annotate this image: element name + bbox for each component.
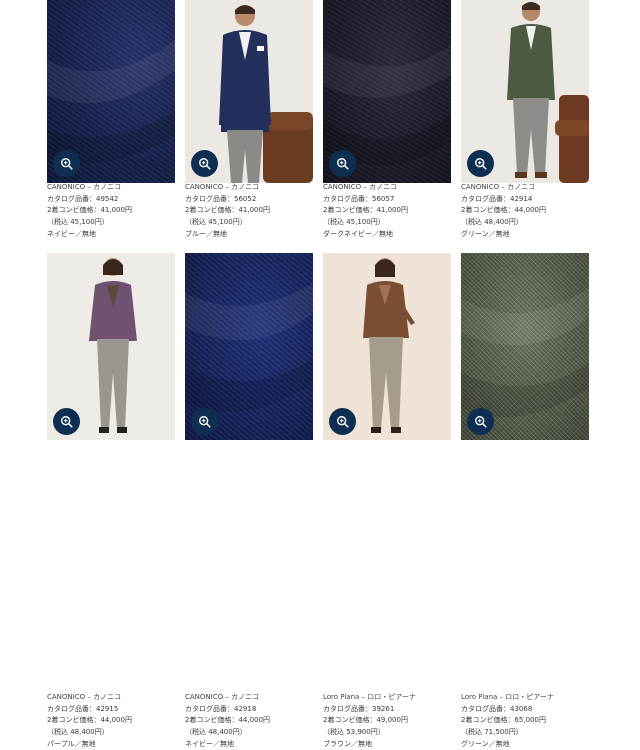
magnify-plus-icon (474, 415, 487, 428)
product-brand[interactable]: Loro Piana – ロロ・ピアーナ (461, 692, 554, 704)
product-price: 2着コンビ価格：44,000円 (185, 716, 270, 725)
product-color: グリーン／無地 (461, 739, 510, 748)
product-catalog-number: カタログ品番：42914 (461, 194, 533, 203)
product-image[interactable] (47, 0, 175, 183)
product-brand[interactable]: CANONICO – カノニコ (461, 182, 546, 194)
product-image[interactable] (323, 253, 451, 440)
product-color: グリーン／無地 (461, 229, 510, 238)
product-price: 2着コンビ価格：49,000円 (323, 716, 408, 725)
product-grid: CANONICO – カノニコ カタログ品番：49542 2着コンビ価格：41,… (0, 0, 640, 748)
product-color: パープル／無地 (47, 739, 96, 748)
zoom-button[interactable] (329, 150, 356, 177)
product-brand[interactable]: CANONICO – カノニコ (185, 692, 270, 704)
product-info: Loro Piana – ロロ・ピアーナ カタログ品番：43068 2着コンビ価… (461, 692, 554, 750)
zoom-button[interactable] (329, 408, 356, 435)
magnify-plus-icon (474, 157, 487, 170)
product-info: CANONICO – カノニコ カタログ品番：49542 2着コンビ価格：41,… (47, 182, 132, 240)
product-image[interactable] (185, 0, 313, 183)
product-color: ネイビー／無地 (47, 229, 96, 238)
product-price: 2着コンビ価格：41,000円 (185, 206, 270, 215)
product-image[interactable] (323, 0, 451, 183)
product-price-tax: （税込 45,100円） (185, 218, 247, 227)
magnify-plus-icon (60, 415, 73, 428)
product-catalog-number: カタログ品番：56057 (323, 194, 395, 203)
zoom-button[interactable] (467, 408, 494, 435)
product-price-tax: （税込 45,100円） (323, 218, 385, 227)
product-color: ダークネイビー／無地 (323, 229, 393, 238)
product-catalog-number: カタログ品番：42915 (47, 704, 119, 713)
product-price: 2着コンビ価格：41,000円 (323, 206, 408, 215)
zoom-button[interactable] (467, 150, 494, 177)
product-catalog-number: カタログ品番：43068 (461, 704, 533, 713)
product-brand[interactable]: Loro Piana – ロロ・ピアーナ (323, 692, 416, 704)
product-price-tax: （税込 48,400円） (461, 218, 523, 227)
zoom-button[interactable] (191, 408, 218, 435)
zoom-button[interactable] (53, 150, 80, 177)
product-price-tax: （税込 71,500円） (461, 728, 523, 737)
product-brand[interactable]: CANONICO – カノニコ (47, 692, 132, 704)
product-brand[interactable]: CANONICO – カノニコ (323, 182, 408, 194)
magnify-plus-icon (336, 415, 349, 428)
product-price: 2着コンビ価格：41,000円 (47, 206, 132, 215)
product-info: CANONICO – カノニコ カタログ品番：42914 2着コンビ価格：44,… (461, 182, 546, 240)
product-color: ブラウン／無地 (323, 739, 372, 748)
product-price-tax: （税込 48,400円） (185, 728, 247, 737)
product-catalog-number: カタログ品番：56052 (185, 194, 257, 203)
product-image[interactable] (461, 0, 589, 183)
product-price: 2着コンビ価格：44,000円 (461, 206, 546, 215)
product-price: 2着コンビ価格：44,000円 (47, 716, 132, 725)
product-image[interactable] (461, 253, 589, 440)
product-price-tax: （税込 45,100円） (47, 218, 109, 227)
magnify-plus-icon (336, 157, 349, 170)
product-info: Loro Piana – ロロ・ピアーナ カタログ品番：39261 2着コンビ価… (323, 692, 416, 750)
product-info: CANONICO – カノニコ カタログ品番：56057 2着コンビ価格：41,… (323, 182, 408, 240)
product-brand[interactable]: CANONICO – カノニコ (185, 182, 270, 194)
product-info: CANONICO – カノニコ カタログ品番：56052 2着コンビ価格：41,… (185, 182, 270, 240)
product-price: 2着コンビ価格：65,000円 (461, 716, 546, 725)
zoom-button[interactable] (53, 408, 80, 435)
magnify-plus-icon (198, 157, 211, 170)
product-price-tax: （税込 48,400円） (47, 728, 109, 737)
product-info: CANONICO – カノニコ カタログ品番：42915 2着コンビ価格：44,… (47, 692, 132, 750)
zoom-button[interactable] (191, 150, 218, 177)
product-image[interactable] (185, 253, 313, 440)
product-catalog-number: カタログ品番：49542 (47, 194, 119, 203)
magnify-plus-icon (198, 415, 211, 428)
product-brand[interactable]: CANONICO – カノニコ (47, 182, 132, 194)
product-color: ブルー／無地 (185, 229, 227, 238)
magnify-plus-icon (60, 157, 73, 170)
product-image[interactable] (47, 253, 175, 440)
product-price-tax: （税込 53,900円） (323, 728, 385, 737)
product-catalog-number: カタログ品番：39261 (323, 704, 395, 713)
product-color: ネイビー／無地 (185, 739, 234, 748)
product-catalog-number: カタログ品番：42918 (185, 704, 257, 713)
product-info: CANONICO – カノニコ カタログ品番：42918 2着コンビ価格：44,… (185, 692, 270, 750)
